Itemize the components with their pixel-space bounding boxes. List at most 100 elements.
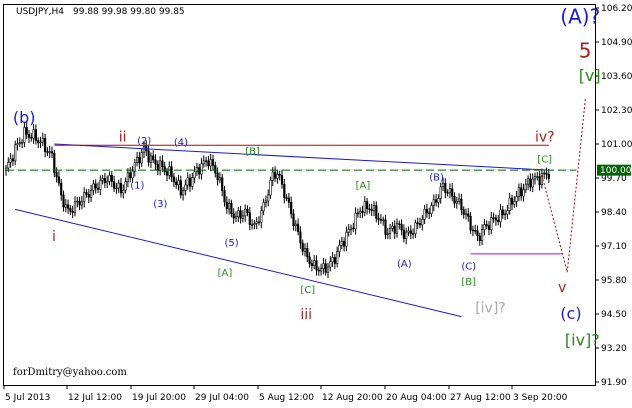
- candle-body: [545, 172, 548, 175]
- candle-body: [407, 230, 410, 233]
- candle-body: [471, 229, 475, 232]
- candle-body: [342, 241, 346, 247]
- candle-body: [536, 176, 539, 178]
- candle-body: [168, 166, 171, 176]
- candle-body: [57, 176, 60, 184]
- candle-body: [156, 163, 159, 171]
- candle-body: [448, 188, 452, 194]
- candle-body: [368, 208, 371, 210]
- price-tick-label: 97.10: [601, 242, 627, 252]
- candle-body: [503, 213, 507, 216]
- candle-body: [524, 183, 527, 190]
- candle-body: [439, 186, 442, 199]
- time-tick-label: 19 Jul 20:00: [132, 393, 186, 403]
- price-tick-label: 103.60: [601, 72, 632, 82]
- time-axis: 5 Jul 2013 12 Jul 12:00 19 Jul 20:00 29 Jul…: [3, 385, 568, 403]
- candle-body: [485, 224, 488, 226]
- candle-body: [434, 199, 438, 203]
- candle-body: [414, 222, 417, 234]
- candle-body: [142, 145, 146, 153]
- candle-body: [469, 216, 472, 231]
- candle-body: [418, 222, 422, 226]
- candle-body: [161, 160, 164, 168]
- candle-body: [207, 160, 210, 167]
- candle-body: [138, 156, 141, 164]
- candle-body: [94, 183, 97, 189]
- wave-label: ii: [119, 129, 127, 145]
- candle-body: [273, 171, 277, 179]
- candle-body: [179, 180, 182, 196]
- candle-body: [522, 189, 525, 197]
- candle-body: [255, 221, 258, 224]
- candle-body: [363, 201, 366, 213]
- candle-body: [198, 167, 201, 175]
- candle-body: [372, 205, 376, 212]
- candle-body: [441, 183, 445, 188]
- plot-border: [3, 4, 596, 386]
- candle-body: [517, 187, 520, 197]
- candle-body: [529, 178, 532, 188]
- candle-body: [478, 235, 481, 242]
- candle-body: [264, 200, 268, 203]
- candle-body: [411, 233, 415, 235]
- candle-body: [251, 224, 254, 226]
- wave-lines: [6, 96, 587, 318]
- price-tick-label: 102.30: [601, 106, 632, 116]
- candle-body: [205, 160, 208, 162]
- candle-body: [126, 172, 129, 182]
- candle-body: [317, 269, 320, 272]
- candle-body: [428, 212, 431, 214]
- candle-body: [510, 197, 514, 205]
- candle-body: [214, 165, 217, 174]
- candle-body: [506, 210, 509, 215]
- candle-body: [356, 212, 360, 215]
- candle-body: [239, 210, 242, 219]
- chart-ohlc-values: 99.88 99.98 99.80 99.85: [73, 7, 185, 17]
- candle-body: [232, 213, 235, 219]
- time-tick-label: 12 Aug 20:00: [322, 393, 383, 403]
- candle-body: [400, 224, 403, 231]
- candle-body: [209, 159, 212, 167]
- candle-body: [69, 208, 72, 212]
- candle-body: [423, 209, 426, 220]
- candle-body: [117, 182, 120, 189]
- candle-body: [347, 229, 350, 233]
- candle-body: [193, 171, 196, 178]
- candle-body: [382, 219, 385, 221]
- wave-label: [B]: [461, 277, 476, 288]
- candle-body: [533, 176, 537, 180]
- candle-body: [287, 197, 291, 203]
- time-tick-label: 5 Aug 12:00: [259, 393, 314, 403]
- candle-body: [71, 210, 74, 213]
- price-tick-label: 93.20: [601, 344, 627, 354]
- candle-body: [476, 230, 479, 237]
- candle-body: [462, 209, 465, 215]
- candle-body: [543, 172, 546, 175]
- wave-label: [C]: [537, 154, 552, 165]
- candle-body: [326, 266, 330, 273]
- candle-body: [315, 260, 318, 271]
- candle-body: [9, 158, 12, 163]
- candle-body: [76, 200, 79, 203]
- candle-body: [152, 155, 155, 161]
- wave-label: (4): [174, 137, 188, 148]
- candle-body: [296, 223, 300, 233]
- candle-body: [106, 180, 109, 184]
- candle-body: [460, 198, 463, 210]
- wave-label: (2): [137, 136, 151, 147]
- candle-body: [64, 204, 67, 208]
- candle-body: [136, 156, 139, 163]
- projection-down-line: [541, 175, 568, 273]
- candle-body: [221, 177, 224, 191]
- wave-label: (B): [429, 173, 444, 184]
- candle-body: [480, 229, 484, 242]
- candle-body: [108, 175, 111, 182]
- candle-body: [352, 227, 355, 230]
- candle-body: [244, 208, 247, 217]
- wave-label: iv?: [535, 129, 555, 145]
- candle-body: [494, 217, 498, 221]
- candle-body: [388, 228, 392, 234]
- candle-body: [241, 215, 245, 219]
- price-tick-label: 98.40: [601, 208, 627, 218]
- wave-label: [iv]?: [475, 301, 506, 317]
